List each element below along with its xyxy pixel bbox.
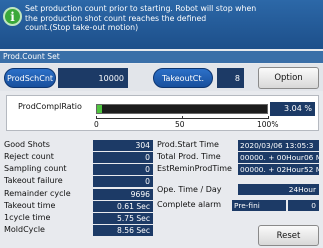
prod-sch-cnt-button[interactable]: ProdSchCnt [4,68,56,88]
remainder-cycle-label: Remainder cycle [4,189,71,198]
remainder-cycle-value: 9696 [93,189,153,200]
reset-button[interactable]: Reset [258,225,319,246]
good-shots-label: Good Shots [4,140,50,149]
progress-readout: 3.04 % [270,102,315,116]
takeout-ct-button[interactable]: TakeoutCt. [153,68,213,88]
takeout-time-label: Takeout time [4,201,56,210]
mold-cycle-value: 8.56 Sec [93,225,153,236]
banner-text: Set production count prior to starting. … [25,4,257,33]
prod-start-time-value: 2020/03/06 13:05:3 [238,140,319,151]
reject-count-label: Reject count [4,152,54,161]
prod-start-time-label: Prod.Start Time [157,140,219,149]
good-shots-value: 304 [93,140,153,151]
est-remain-prod-time-label: EstReminProdTime [157,164,232,173]
complete-alarm-label: Complete alarm [157,200,222,209]
takeout-ct-value[interactable]: 8 [217,68,244,88]
est-remain-prod-time-value: 00000. + 02Hour52 M [238,164,319,175]
scale-label-50: 50 [175,120,185,129]
progress-bar [96,104,268,114]
info-icon: i [3,7,22,26]
sampling-count-value: 0 [93,164,153,175]
scale-label-0: 0 [94,120,99,129]
mold-cycle-label: MoldCycle [4,225,45,234]
progress-label: ProdComplRatio [18,102,82,111]
cycle-time-label: 1cycle time [4,213,51,222]
section-title: Prod.Count Set [0,51,323,63]
complete-alarm-mode[interactable]: Pre-fini [232,200,286,211]
ope-time-day-label: Ope. Time / Day [157,185,222,194]
scale-tick-mid [182,116,183,119]
cycle-time-value: 5.75 Sec [93,213,153,224]
takeout-failure-label: Takeout failure [4,176,63,185]
option-button[interactable]: Option [258,67,319,89]
ope-time-day-value[interactable]: 24Hour [238,184,319,195]
reject-count-value: 0 [93,152,153,163]
total-prod-time-value: 00000. + 00Hour06 M [238,152,319,163]
scale-label-100: 100% [257,120,279,129]
prod-sch-cnt-value[interactable]: 10000 [58,68,128,88]
takeout-failure-value: 0 [93,176,153,187]
sampling-count-label: Sampling count [4,164,67,173]
complete-alarm-value[interactable]: 0 [288,200,319,211]
info-banner: i Set production count prior to starting… [0,0,323,49]
takeout-time-value: 0.61 Sec [93,201,153,212]
progress-fill [97,105,103,113]
total-prod-time-label: Total Prod. Time [157,152,221,161]
